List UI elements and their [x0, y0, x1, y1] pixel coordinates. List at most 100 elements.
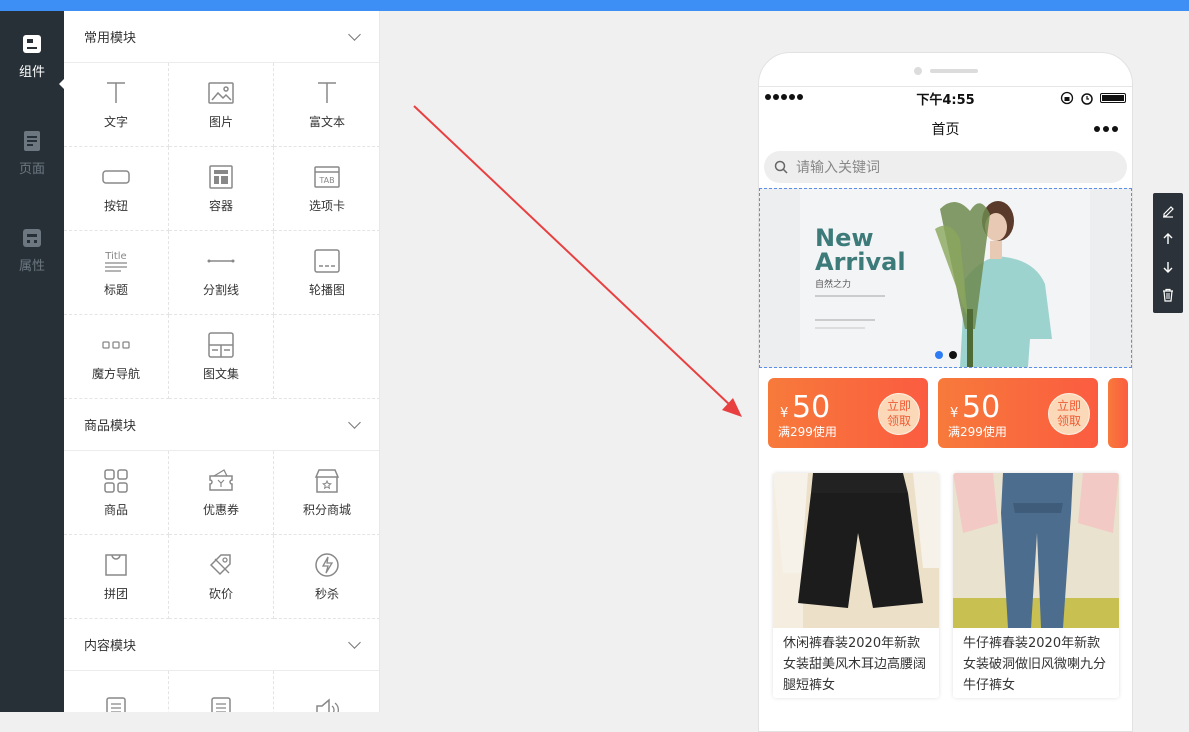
content-modules-grid — [64, 671, 379, 712]
component-icon — [23, 35, 41, 53]
module-tab[interactable]: TAB 选项卡 — [274, 147, 379, 231]
module-bargain[interactable]: 砍价 — [169, 535, 274, 619]
section-title: 内容模块 — [84, 639, 137, 654]
nav-title: 首页 — [931, 122, 960, 138]
audio-icon — [316, 697, 339, 712]
banner-subtitle: 自然之力 — [815, 278, 851, 290]
claim-text-1: 立即 — [886, 399, 911, 413]
container-icon — [209, 165, 233, 189]
module-image-text[interactable]: 图文集 — [169, 315, 274, 399]
carousel-dots[interactable] — [935, 351, 957, 359]
coupon-card[interactable]: ¥ 50 满299使用 立即 领取 — [938, 378, 1098, 448]
speaker-slot — [930, 69, 978, 73]
section-header-common[interactable]: 常用模块 — [64, 11, 379, 63]
module-label: 选项卡 — [308, 199, 345, 213]
module-goods[interactable]: 商品 — [64, 451, 169, 535]
module-rich-text[interactable]: 富文本 — [274, 63, 379, 147]
rail-item-label: 属性 — [18, 259, 45, 274]
top-bar — [0, 0, 1189, 11]
claim-text-2: 领取 — [1056, 414, 1081, 428]
module-cube-nav[interactable]: 魔方导航 — [64, 315, 169, 399]
module-label: 积分商城 — [302, 503, 351, 517]
module-text[interactable]: 文字 — [64, 63, 169, 147]
rail-item-label: 组件 — [18, 65, 45, 80]
coupon-amount: 50 — [792, 390, 831, 425]
more-icon[interactable] — [1094, 126, 1118, 132]
group-buy-icon — [105, 554, 127, 576]
claim-button[interactable]: 立即 领取 — [1048, 393, 1090, 435]
delete-icon[interactable] — [1161, 288, 1175, 302]
section-header-content[interactable]: 内容模块 — [64, 619, 379, 671]
edit-icon[interactable] — [1161, 204, 1175, 218]
module-label: 商品 — [103, 503, 128, 517]
coupon-condition: 满299使用 — [948, 425, 1007, 439]
phone-notch — [759, 53, 1132, 87]
text-icon — [107, 82, 125, 103]
image-text-icon — [208, 332, 234, 358]
module-divider[interactable]: 分割线 — [169, 231, 274, 315]
section-header-goods[interactable]: 商品模块 — [64, 399, 379, 451]
component-toolbar — [1153, 193, 1183, 313]
goods-image — [773, 473, 939, 628]
coupon-card[interactable]: ¥ 50 满299使用 立即 领取 — [768, 378, 928, 448]
coupon-icon — [209, 469, 233, 491]
chevron-down-icon[interactable] — [348, 415, 361, 429]
module-label: 轮播图 — [308, 283, 345, 297]
module-coupon[interactable]: 优惠券 — [169, 451, 274, 535]
module-title[interactable]: Title 标题 — [64, 231, 169, 315]
module-image[interactable]: 图片 — [169, 63, 274, 147]
component-panel: 常用模块 文字 图片 富文本 按钮 容器 TAB 选项卡 Title 标题 分割… — [64, 11, 380, 712]
move-down-icon[interactable] — [1161, 260, 1175, 274]
claim-text-1: 立即 — [1056, 399, 1081, 413]
module-label: 魔方导航 — [91, 367, 140, 381]
left-rail: 组件 页面 属性 — [0, 11, 65, 712]
cube-nav-icon — [102, 341, 130, 349]
claim-button[interactable]: 立即 领取 — [878, 393, 920, 435]
carousel-banner[interactable]: New Arrival 自然之力 — [759, 188, 1132, 368]
chevron-down-icon[interactable] — [348, 635, 361, 649]
module-label: 文字 — [103, 115, 128, 129]
move-up-icon[interactable] — [1161, 232, 1175, 246]
coupon-amount: 50 — [962, 390, 1001, 425]
battery-icon — [1100, 93, 1126, 103]
module-audio[interactable] — [274, 671, 379, 712]
module-label: 按钮 — [103, 199, 128, 213]
module-container[interactable]: 容器 — [169, 147, 274, 231]
goods-icon — [104, 469, 128, 493]
coupon-condition: 满299使用 — [778, 425, 837, 439]
module-label: 图片 — [208, 115, 233, 129]
goods-image — [953, 473, 1119, 628]
rail-item-properties[interactable]: 属性 — [0, 227, 64, 307]
coupon-currency: ¥ — [780, 406, 789, 421]
module-label: 分割线 — [202, 283, 239, 297]
goods-card[interactable]: 牛仔裤春装2020年新款女装破洞做旧风微喇九分牛仔裤女 — [953, 473, 1119, 698]
rail-item-components[interactable]: 组件 — [0, 33, 65, 113]
points-mall-icon — [314, 469, 340, 493]
coupon-currency: ¥ — [950, 406, 959, 421]
rail-item-label: 页面 — [18, 162, 45, 177]
chevron-down-icon[interactable] — [348, 27, 361, 41]
module-article-list[interactable] — [169, 671, 274, 712]
module-label: 容器 — [208, 199, 233, 213]
rail-item-pages[interactable]: 页面 — [0, 130, 64, 210]
bargain-icon — [209, 554, 231, 576]
tab-icon: TAB — [314, 166, 340, 188]
goods-card[interactable]: 休闲裤春装2020年新款女装甜美风木耳边高腰阔腿短裤女 — [773, 473, 939, 698]
page-icon — [24, 131, 40, 151]
goods-modules-grid: 商品 优惠券 积分商城 拼团 砍价 秒杀 — [64, 451, 379, 619]
carousel-icon — [314, 249, 340, 273]
status-icons — [1060, 91, 1126, 105]
coupon-strip: ¥ 50 满299使用 立即 领取 ¥ 50 满299使用 立即 领取 — [759, 368, 1132, 473]
module-flash-sale[interactable]: 秒杀 — [274, 535, 379, 619]
module-label: 秒杀 — [314, 587, 339, 601]
phone-preview: 下午4:55 首页 请输入关键词 New Arrival 自然之力 ¥ 50 满… — [758, 52, 1133, 732]
coupon-card-partial[interactable] — [1108, 378, 1128, 448]
module-button[interactable]: 按钮 — [64, 147, 169, 231]
module-carousel[interactable]: 轮播图 — [274, 231, 379, 315]
module-group-buy[interactable]: 拼团 — [64, 535, 169, 619]
module-points-mall[interactable]: 积分商城 — [274, 451, 379, 535]
module-label: 拼团 — [103, 587, 128, 601]
search-input[interactable]: 请输入关键词 — [764, 151, 1127, 183]
module-article[interactable] — [64, 671, 169, 712]
module-label: 富文本 — [308, 115, 345, 129]
